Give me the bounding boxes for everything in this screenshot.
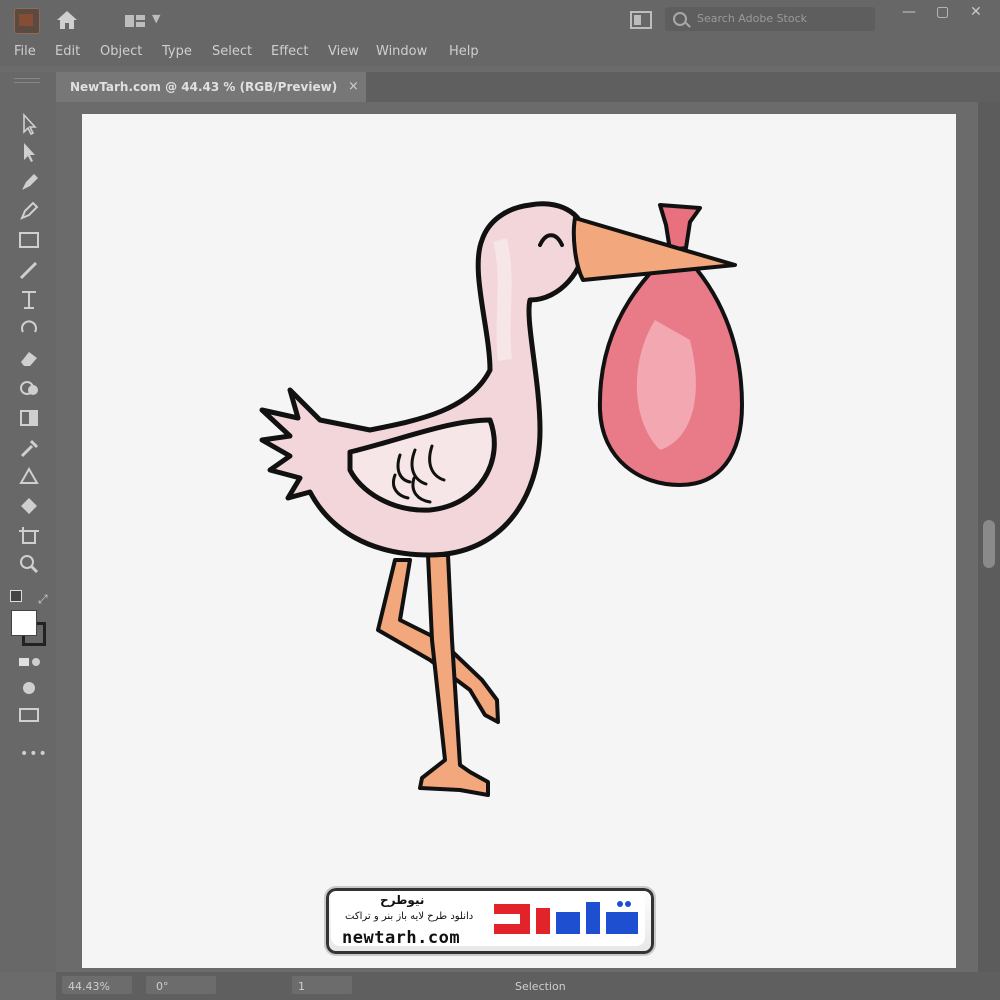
zoom-level: 44.43% bbox=[68, 980, 110, 993]
watermark-url: newtarh.com bbox=[342, 928, 461, 948]
artboard-number: 1 bbox=[298, 980, 305, 993]
watermark-tagline: دانلود طرح لایه باز بنر و تراکت bbox=[345, 911, 474, 922]
stork-illustration[interactable] bbox=[0, 0, 1000, 1000]
watermark-name: نیوطرح bbox=[380, 893, 425, 907]
status-mode: Selection bbox=[515, 980, 566, 993]
stork-beak bbox=[571, 216, 737, 282]
stork-legs bbox=[376, 553, 500, 797]
rotation-value: 0° bbox=[156, 980, 169, 993]
stork-body bbox=[259, 201, 588, 558]
newtarh-logo bbox=[494, 901, 638, 934]
